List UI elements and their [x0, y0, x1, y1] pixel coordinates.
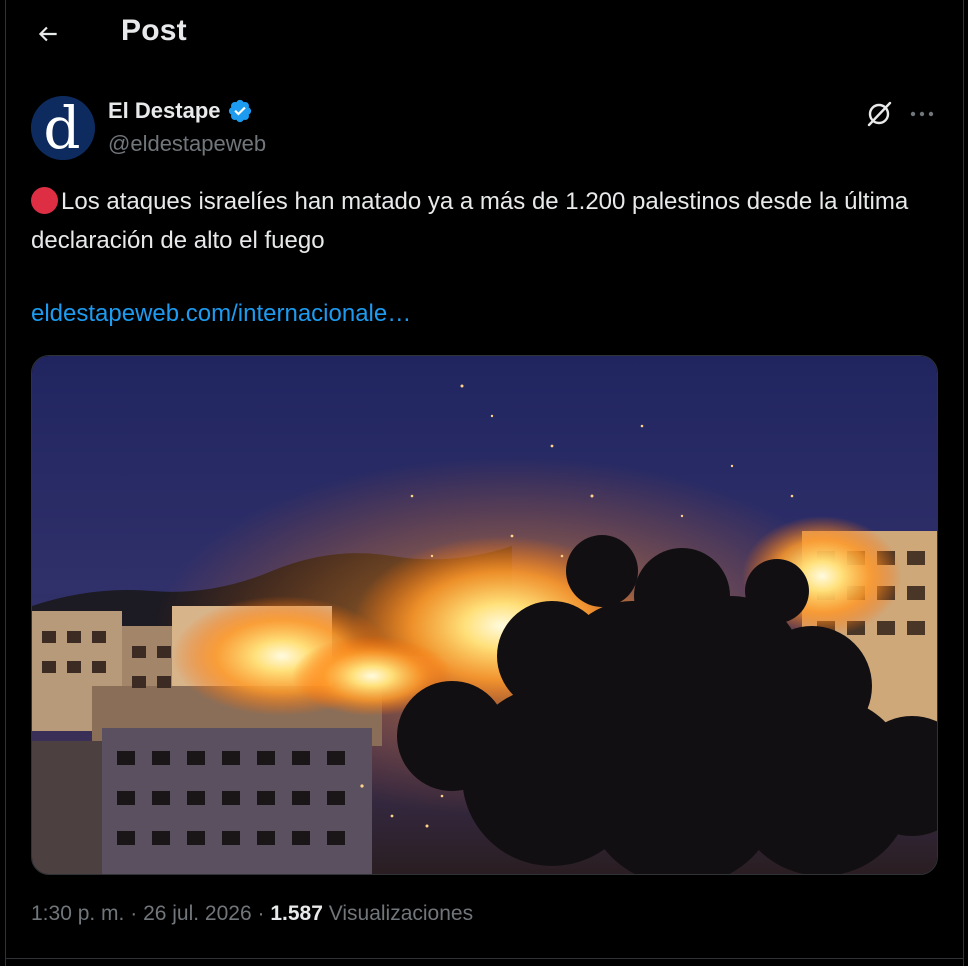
page-title: Post — [121, 14, 187, 47]
grok-button[interactable] — [864, 99, 894, 129]
frame-border-left — [5, 0, 6, 966]
back-button[interactable] — [30, 16, 66, 52]
verified-badge-icon — [228, 99, 251, 123]
meta-separator: · — [251, 902, 271, 925]
more-options-button[interactable] — [907, 99, 937, 129]
author-name-row: El Destape — [108, 98, 253, 124]
avatar[interactable]: d — [31, 96, 95, 160]
post-date[interactable]: 26 jul. 2026 — [143, 902, 252, 925]
red-circle-icon — [31, 187, 58, 214]
explosion-photo — [32, 356, 937, 874]
post-text: Los ataques israelíes han matado ya a má… — [31, 182, 941, 260]
post-time[interactable]: 1:30 p. m. — [31, 902, 124, 925]
views-label: Visualizaciones — [322, 902, 474, 925]
post-header: Post — [0, 0, 968, 70]
arrow-left-icon — [38, 26, 57, 42]
avatar-logo: d — [31, 96, 95, 160]
post-meta: 1:30 p. m. · 26 jul. 2026 · 1.587 Visual… — [31, 902, 473, 926]
svg-text:d: d — [43, 96, 80, 160]
author-name[interactable]: El Destape — [108, 98, 221, 124]
divider — [5, 958, 964, 959]
author-handle[interactable]: @eldestapeweb — [108, 131, 266, 157]
grok-icon — [867, 101, 892, 127]
frame-border-right — [963, 0, 964, 966]
post-link[interactable]: eldestapeweb.com/internacionale… — [31, 300, 411, 328]
meta-separator: · — [124, 902, 144, 925]
post-media-image[interactable] — [31, 355, 938, 875]
more-horizontal-icon — [910, 111, 934, 117]
post-body: Los ataques israelíes han matado ya a má… — [31, 188, 909, 254]
views-count: 1.587 — [270, 902, 323, 925]
